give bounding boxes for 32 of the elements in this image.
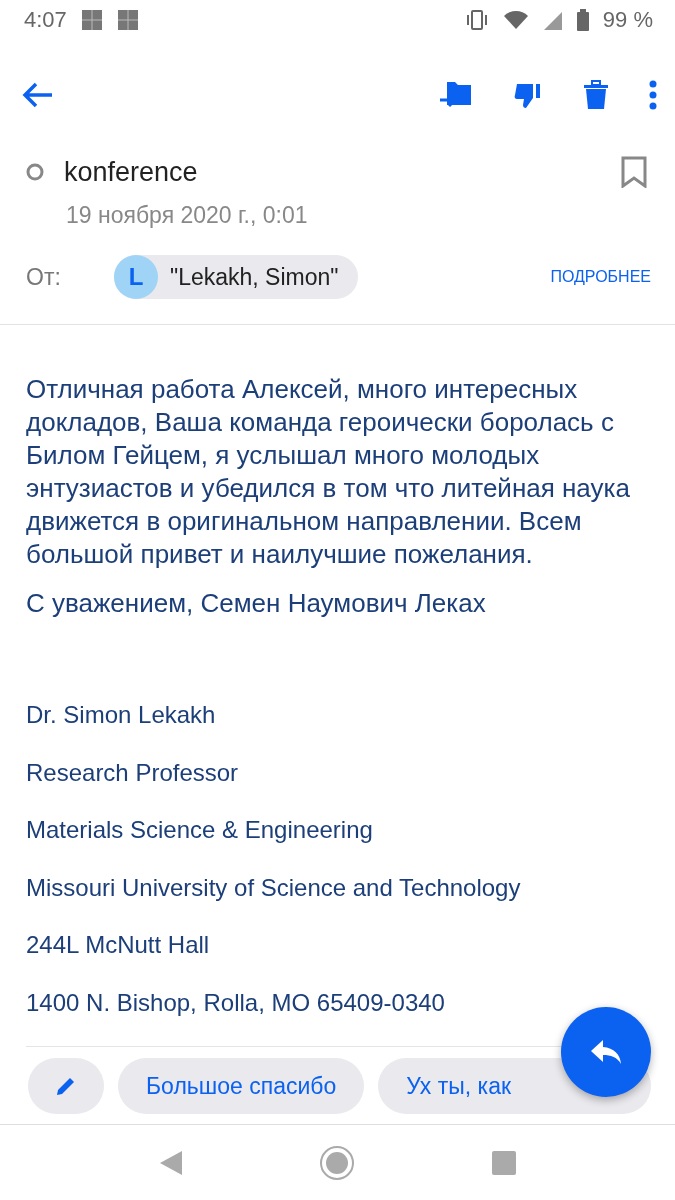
smart-reply-chip[interactable]: Большое спасибо xyxy=(118,1058,365,1114)
signature-line: 244L McNutt Hall xyxy=(26,930,211,960)
vibrate-icon xyxy=(464,9,489,31)
battery-icon xyxy=(576,9,589,31)
sender-name: "Lekakh, Simon" xyxy=(170,263,339,291)
signature-line: Dr. Simon Lekakh xyxy=(26,700,217,730)
more-options-icon[interactable] xyxy=(649,80,657,110)
avatar: L xyxy=(114,255,158,299)
signature-line: Research Professor xyxy=(26,757,240,788)
wifi-icon xyxy=(502,9,529,31)
compose-button[interactable] xyxy=(28,1058,104,1114)
trash-icon[interactable] xyxy=(583,80,609,110)
read-status-icon[interactable] xyxy=(26,163,44,181)
signature-line: 1400 N. Bishop, Rolla, MO 65409-0340 xyxy=(26,987,446,1018)
move-to-folder-icon[interactable] xyxy=(439,80,473,110)
notification-icon xyxy=(80,9,103,31)
reply-arrow-icon xyxy=(589,1038,623,1066)
email-subject: konference xyxy=(64,156,199,188)
battery-level: 99 % xyxy=(602,7,653,33)
from-label: От: xyxy=(26,263,62,291)
body-paragraph: С уважением, Семен Наумович Леках xyxy=(26,587,487,620)
sender-chip[interactable]: L "Lekakh, Simon" xyxy=(114,255,359,299)
bookmark-icon[interactable] xyxy=(621,156,647,188)
email-date: 19 ноября 2020 г., 0:01 xyxy=(65,201,309,230)
signature-line: Materials Science & Engineering xyxy=(26,815,374,845)
status-time: 4:07 xyxy=(24,7,67,33)
body-paragraph: Отличная работа Алексей, много интересных докладов, Ваша команда героически боролась с Билом Гейцем, я услышал много молодых энтузиастов и убедился в том что литейная наука движется в оригинальном направлении. Всем большой привет и наилучшие пожелания. xyxy=(26,373,631,571)
details-link[interactable]: ПОДРОБНЕЕ xyxy=(550,268,651,286)
signature-line: Missouri University of Science and Technology xyxy=(26,872,522,903)
notification-icon xyxy=(116,9,139,31)
back-arrow-icon[interactable] xyxy=(22,81,54,109)
reply-button[interactable] xyxy=(561,1007,651,1097)
